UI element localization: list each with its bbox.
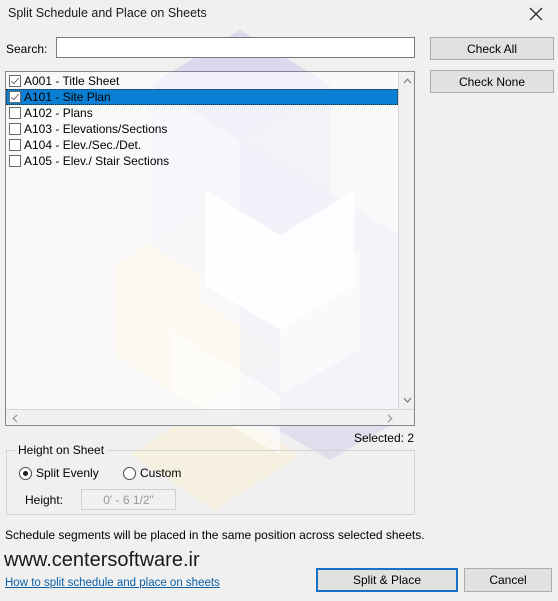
cancel-button[interactable]: Cancel: [464, 568, 552, 592]
sheet-list-items: A001 - Title Sheet A101 - Site Plan A102 -…: [6, 72, 398, 169]
height-on-sheet-group: Height on Sheet Split Evenly Custom Heig…: [6, 443, 415, 515]
vertical-scrollbar[interactable]: [398, 72, 414, 425]
radio-custom[interactable]: Custom: [123, 466, 181, 480]
list-item[interactable]: A102 - Plans: [6, 105, 398, 121]
chevron-up-icon[interactable]: [399, 72, 415, 89]
page-title: Split Schedule and Place on Sheets: [8, 6, 207, 20]
chevron-right-icon[interactable]: [381, 410, 398, 426]
title-bar: Split Schedule and Place on Sheets: [0, 0, 558, 27]
list-item-label: A105 - Elev./ Stair Sections: [24, 154, 170, 168]
chevron-left-icon[interactable]: [6, 410, 23, 426]
list-item-label: A103 - Elevations/Sections: [24, 122, 168, 136]
list-item[interactable]: A104 - Elev./Sec./Det.: [6, 137, 398, 153]
checkbox-icon[interactable]: [9, 123, 21, 135]
brand-watermark-text: www.centersoftware.ir: [4, 549, 200, 571]
list-item[interactable]: A101 - Site Plan: [6, 89, 398, 105]
check-none-button[interactable]: Check None: [430, 70, 554, 93]
checkbox-icon[interactable]: [9, 139, 21, 151]
radio-split-evenly-label: Split Evenly: [36, 466, 99, 480]
list-item-label: A101 - Site Plan: [24, 90, 111, 104]
check-all-button[interactable]: Check All: [430, 37, 554, 60]
radio-split-evenly-dot: [19, 466, 32, 480]
list-item-label: A001 - Title Sheet: [24, 74, 120, 88]
close-icon[interactable]: [513, 0, 558, 27]
split-and-place-button[interactable]: Split & Place: [316, 568, 458, 592]
radio-custom-dot: [123, 466, 136, 480]
list-item-label: A102 - Plans: [24, 106, 93, 120]
footer-note: Schedule segments will be placed in the …: [5, 528, 425, 542]
sheet-list[interactable]: A001 - Title Sheet A101 - Site Plan A102 -…: [5, 71, 415, 426]
selected-count-label: Selected: 2: [353, 431, 414, 445]
checkbox-icon[interactable]: [9, 75, 21, 87]
search-input[interactable]: [56, 37, 415, 58]
help-link[interactable]: How to split schedule and place on sheet…: [5, 577, 220, 589]
list-item[interactable]: A103 - Elevations/Sections: [6, 121, 398, 137]
height-field-label: Height:: [25, 493, 64, 507]
radio-split-evenly[interactable]: Split Evenly: [19, 466, 99, 480]
height-input: [81, 489, 176, 510]
radio-custom-label: Custom: [140, 466, 182, 480]
list-item[interactable]: A001 - Title Sheet: [6, 73, 398, 89]
chevron-down-icon[interactable]: [399, 391, 415, 408]
list-item[interactable]: A105 - Elev./ Stair Sections: [6, 153, 398, 169]
search-label: Search:: [6, 42, 48, 56]
checkbox-icon[interactable]: [9, 107, 21, 119]
horizontal-scrollbar[interactable]: [6, 409, 414, 425]
checkbox-icon[interactable]: [9, 155, 21, 167]
list-item-label: A104 - Elev./Sec./Det.: [24, 138, 142, 152]
height-group-title: Height on Sheet: [15, 443, 108, 457]
checkbox-icon[interactable]: [9, 91, 21, 103]
